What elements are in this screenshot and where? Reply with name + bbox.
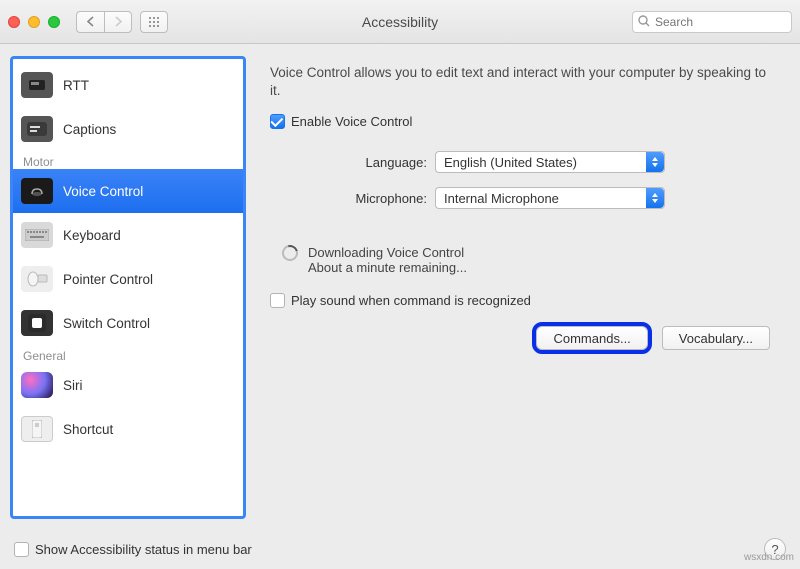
sidebar-item-captions[interactable]: Captions — [13, 107, 243, 151]
switch-control-icon — [21, 310, 53, 336]
download-title: Downloading Voice Control — [308, 245, 467, 260]
sidebar-item-siri[interactable]: Siri — [13, 363, 243, 407]
play-sound-checkbox[interactable] — [270, 293, 285, 308]
language-value: English (United States) — [444, 155, 577, 170]
window-controls — [8, 16, 60, 28]
window-titlebar: Accessibility — [0, 0, 800, 44]
category-sidebar[interactable]: RTT Captions Motor Voice Control Keyboar… — [10, 56, 246, 519]
play-sound-row: Play sound when command is recognized — [270, 293, 776, 308]
microphone-label: Microphone: — [270, 191, 435, 206]
microphone-value: Internal Microphone — [444, 191, 559, 206]
captions-icon — [21, 116, 53, 142]
forward-button[interactable] — [104, 11, 132, 33]
search-field-wrapper — [632, 11, 792, 33]
voice-control-icon — [21, 178, 53, 204]
search-icon — [637, 14, 651, 28]
sidebar-item-label: Keyboard — [63, 228, 121, 243]
back-button[interactable] — [76, 11, 104, 33]
help-button[interactable]: ? — [764, 538, 786, 560]
sidebar-item-switch-control[interactable]: Switch Control — [13, 301, 243, 345]
chevron-right-icon — [114, 16, 123, 27]
sidebar-item-label: RTT — [63, 78, 89, 93]
sidebar-item-label: Switch Control — [63, 316, 150, 331]
microphone-select[interactable]: Internal Microphone — [435, 187, 665, 209]
sidebar-item-pointer-control[interactable]: Pointer Control — [13, 257, 243, 301]
download-status-row: Downloading Voice Control About a minute… — [282, 245, 776, 275]
siri-icon — [21, 372, 53, 398]
sidebar-item-label: Siri — [63, 378, 83, 393]
close-window-button[interactable] — [8, 16, 20, 28]
window-footer: Show Accessibility status in menu bar ? — [0, 529, 800, 569]
sidebar-header-motor: Motor — [13, 151, 243, 169]
chevron-up-down-icon — [646, 188, 664, 208]
sidebar-header-general: General — [13, 345, 243, 363]
sidebar-item-label: Voice Control — [63, 184, 143, 199]
sidebar-item-label: Pointer Control — [63, 272, 153, 287]
chevron-left-icon — [86, 16, 95, 27]
pointer-control-icon — [21, 266, 53, 292]
language-label: Language: — [270, 155, 435, 170]
chevron-up-down-icon — [646, 152, 664, 172]
download-subtitle: About a minute remaining... — [308, 260, 467, 275]
keyboard-icon — [21, 222, 53, 248]
window-title: Accessibility — [176, 14, 624, 30]
shortcut-icon — [21, 416, 53, 442]
sidebar-item-rtt[interactable]: RTT — [13, 63, 243, 107]
nav-segment — [76, 11, 132, 33]
commands-button[interactable]: Commands... — [536, 326, 647, 350]
menubar-status-checkbox[interactable] — [14, 542, 29, 557]
panel-description: Voice Control allows you to edit text an… — [270, 64, 776, 100]
play-sound-label: Play sound when command is recognized — [291, 293, 531, 308]
vocabulary-button[interactable]: Vocabulary... — [662, 326, 770, 350]
zoom-window-button[interactable] — [48, 16, 60, 28]
enable-voice-control-checkbox[interactable] — [270, 114, 285, 129]
sidebar-item-shortcut[interactable]: Shortcut — [13, 407, 243, 451]
sidebar-item-voice-control[interactable]: Voice Control — [13, 169, 243, 213]
enable-voice-control-label: Enable Voice Control — [291, 114, 412, 129]
sidebar-item-label: Shortcut — [63, 422, 113, 437]
enable-voice-control-row: Enable Voice Control — [270, 114, 776, 129]
sidebar-item-label: Captions — [63, 122, 116, 137]
rtt-icon — [21, 72, 53, 98]
search-input[interactable] — [632, 11, 792, 33]
menubar-status-label: Show Accessibility status in menu bar — [35, 542, 252, 557]
spinner-icon — [279, 243, 301, 265]
show-all-button[interactable] — [140, 11, 168, 33]
language-select[interactable]: English (United States) — [435, 151, 665, 173]
sidebar-item-keyboard[interactable]: Keyboard — [13, 213, 243, 257]
detail-panel: Voice Control allows you to edit text an… — [256, 56, 790, 519]
grid-icon — [148, 16, 160, 28]
minimize-window-button[interactable] — [28, 16, 40, 28]
